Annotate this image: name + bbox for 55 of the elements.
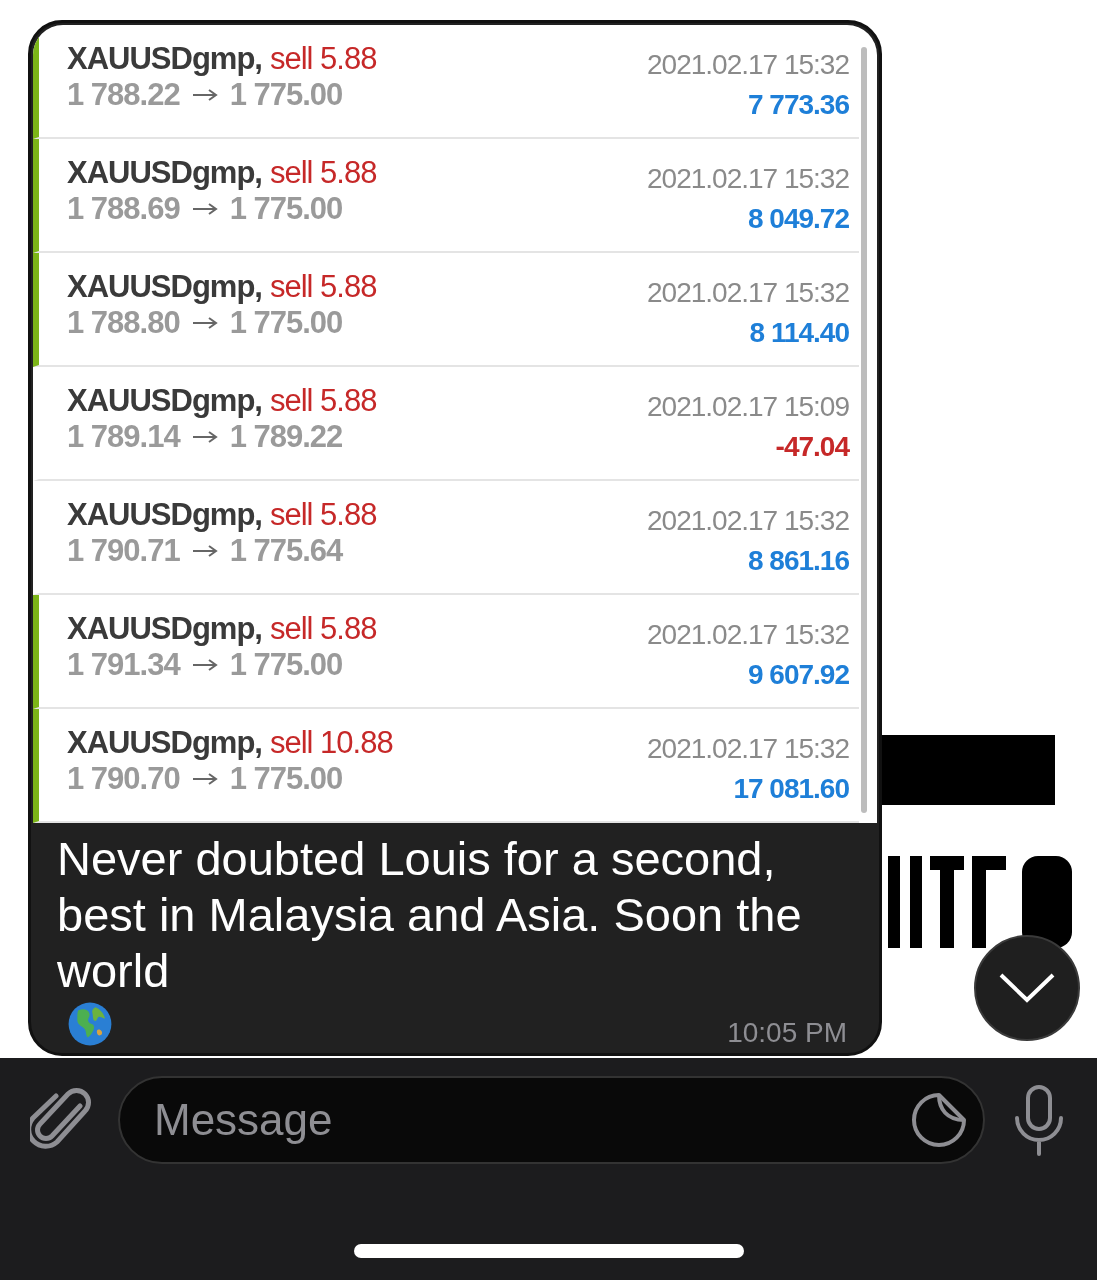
open-price: 1 788.80 — [67, 305, 180, 341]
trade-side: sell 5.88 — [269, 383, 377, 418]
arrow-icon — [191, 773, 218, 785]
trade-time: 2021.02.17 15:32 — [647, 619, 849, 651]
globe-icon — [67, 1001, 113, 1047]
sticker-icon[interactable] — [911, 1092, 967, 1148]
trade-side: sell 5.88 — [269, 497, 377, 532]
message-time: 10:05 PM — [727, 1017, 847, 1049]
trade-symbol: XAUUSDgmp, — [67, 383, 262, 418]
open-price: 1 788.69 — [67, 191, 180, 227]
arrow-icon — [191, 317, 218, 329]
trade-time: 2021.02.17 15:32 — [647, 163, 849, 195]
close-price: 1 775.00 — [229, 305, 343, 341]
close-price: 1 775.00 — [229, 77, 343, 113]
trade-time: 2021.02.17 15:32 — [647, 505, 849, 537]
close-price: 1 775.00 — [229, 647, 343, 683]
arrow-icon — [191, 203, 218, 215]
trade-symbol: XAUUSDgmp, — [67, 155, 262, 190]
arrow-icon — [191, 89, 218, 101]
trade-time: 2021.02.17 15:32 — [647, 49, 849, 81]
trade-side: sell 10.88 — [269, 725, 393, 760]
trade-profit: -47.04 — [775, 431, 849, 463]
close-price: 1 775.00 — [229, 761, 343, 797]
close-price: 1 775.00 — [229, 191, 343, 227]
trade-profit: 9 607.92 — [748, 659, 849, 691]
close-price: 1 775.64 — [229, 533, 343, 569]
trade-profit: 7 773.36 — [748, 89, 849, 121]
message-field[interactable]: Message — [118, 1076, 985, 1164]
arrow-icon — [191, 545, 218, 557]
arrow-icon — [191, 431, 218, 443]
trade-profit: 17 081.60 — [733, 773, 849, 805]
trade-side: sell 5.88 — [269, 155, 377, 190]
open-price: 1 791.34 — [67, 647, 180, 683]
trade-side: sell 5.88 — [269, 41, 377, 76]
open-price: 1 789.14 — [67, 419, 180, 455]
trade-time: 2021.02.17 15:32 — [647, 733, 849, 765]
close-price: 1 789.22 — [229, 419, 343, 455]
open-price: 1 790.70 — [67, 761, 180, 797]
open-price: 1 790.71 — [67, 533, 180, 569]
trade-symbol: XAUUSDgmp, — [67, 497, 262, 532]
trade-symbol: XAUUSDgmp, — [67, 725, 262, 760]
trade-symbol: XAUUSDgmp, — [67, 41, 262, 76]
message-text: Never doubted Louis for a second, best in Malaysia and Asia. Soon the world — [57, 831, 803, 999]
trade-profit: 8 861.16 — [748, 545, 849, 577]
arrow-icon — [191, 659, 218, 671]
chevron-down-icon — [999, 973, 1055, 1003]
trade-profit: 8 049.72 — [748, 203, 849, 235]
trade-time: 2021.02.17 15:09 — [647, 391, 849, 423]
trade-symbol: XAUUSDgmp, — [67, 611, 262, 646]
trade-symbol: XAUUSDgmp, — [67, 269, 262, 304]
trade-side: sell 5.88 — [269, 611, 377, 646]
trade-profit: 8 114.40 — [749, 317, 849, 349]
open-price: 1 788.22 — [67, 77, 180, 113]
trade-time: 2021.02.17 15:32 — [647, 277, 849, 309]
trade-side: sell 5.88 — [269, 269, 377, 304]
